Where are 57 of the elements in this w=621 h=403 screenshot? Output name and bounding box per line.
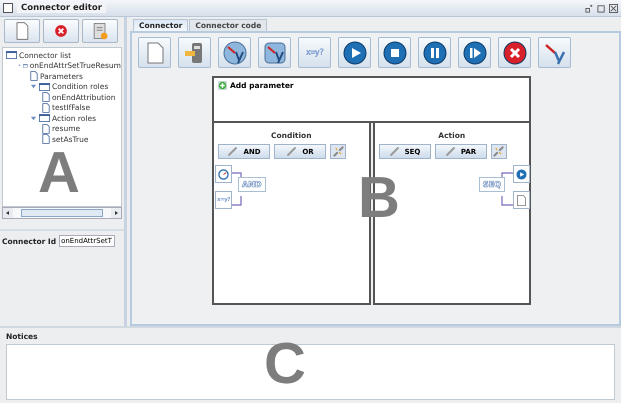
clock-icon xyxy=(218,168,229,180)
chain-link-icon xyxy=(227,146,238,157)
stop-icon xyxy=(382,40,406,64)
chain-link-icon xyxy=(444,146,456,157)
plus-icon xyxy=(218,81,227,90)
step-icon xyxy=(462,40,486,64)
folder-icon xyxy=(39,114,50,122)
remote-button[interactable] xyxy=(178,37,211,68)
connector-lines xyxy=(501,172,514,206)
window-title: Connector editor xyxy=(17,3,106,13)
export-button[interactable] xyxy=(82,19,118,43)
xy-button[interactable] xyxy=(538,37,571,68)
pause-icon xyxy=(422,40,446,64)
delete-icon xyxy=(54,24,68,38)
cancel-button[interactable] xyxy=(498,37,531,68)
overlay-letter: A xyxy=(38,147,80,200)
play-icon xyxy=(516,168,527,180)
operator-node[interactable]: AND xyxy=(238,177,266,192)
overlay-letter: C xyxy=(264,338,306,390)
maximize-icon[interactable] xyxy=(597,4,606,12)
unlink-button[interactable] xyxy=(490,144,506,159)
collapse-handle-icon[interactable] xyxy=(30,114,37,122)
xy-icon xyxy=(262,40,286,64)
scroll-right-icon[interactable] xyxy=(111,208,121,218)
connector-lines xyxy=(229,172,242,206)
clock-node[interactable] xyxy=(215,165,232,183)
folder-icon xyxy=(39,82,50,91)
collapse-handle-icon[interactable] xyxy=(30,83,37,90)
xy-square-button[interactable] xyxy=(258,37,291,68)
play-node[interactable] xyxy=(513,165,530,183)
play-button[interactable] xyxy=(338,37,371,68)
play-icon xyxy=(342,40,366,64)
chain-link-icon xyxy=(388,146,400,157)
delete-button[interactable] xyxy=(43,19,79,43)
unlink-button[interactable] xyxy=(330,144,346,159)
stop-button[interactable] xyxy=(378,37,411,68)
new-button[interactable] xyxy=(4,19,40,43)
minimize-icon[interactable] xyxy=(585,4,594,12)
close-icon[interactable] xyxy=(609,4,618,12)
pause-button[interactable] xyxy=(418,37,451,68)
document-node[interactable] xyxy=(513,191,530,209)
horizontal-scrollbar[interactable] xyxy=(2,207,122,219)
window-icon xyxy=(3,3,13,13)
broken-chain-icon xyxy=(332,146,344,157)
step-button[interactable] xyxy=(458,37,491,68)
scroll-left-icon[interactable] xyxy=(3,208,13,218)
folder-icon xyxy=(6,51,17,60)
document-icon xyxy=(516,194,527,206)
xy-round-button[interactable] xyxy=(218,37,251,68)
chain-link-icon xyxy=(286,146,298,157)
folder-icon xyxy=(23,62,28,70)
document-icon xyxy=(30,71,38,82)
operator-node[interactable]: SEQ xyxy=(478,177,505,192)
xy-icon xyxy=(222,40,246,64)
close-icon xyxy=(502,40,526,64)
broken-chain-icon xyxy=(493,146,504,157)
new-button[interactable] xyxy=(138,37,171,68)
